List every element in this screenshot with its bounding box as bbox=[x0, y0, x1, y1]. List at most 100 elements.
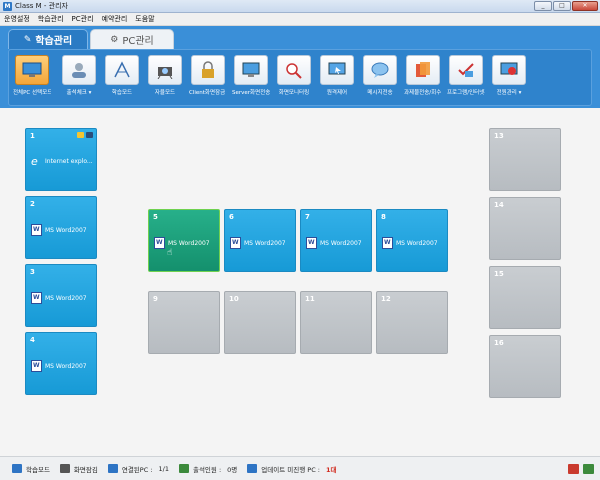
seat-number: 8 bbox=[381, 213, 386, 221]
menu-item-learning[interactable]: 학습관리 bbox=[38, 14, 64, 24]
tool-screen-monitoring[interactable]: 화면모니터링 bbox=[275, 55, 313, 103]
running-app: MS Word2007 bbox=[31, 224, 87, 236]
seat-tile-4[interactable]: 4 MS Word2007 bbox=[25, 332, 97, 395]
menu-item-reservation[interactable]: 예약관리 bbox=[102, 14, 128, 24]
status-connected-label: 연결된PC : bbox=[121, 465, 153, 474]
status-screen-lock: 화면잠김 bbox=[59, 464, 98, 474]
seat-tile-10[interactable]: 10 bbox=[224, 291, 296, 354]
status-mode: 학습모드 bbox=[12, 464, 50, 474]
seat-tile-11[interactable]: 11 bbox=[300, 291, 372, 354]
word-icon bbox=[306, 237, 317, 249]
seat-tile-12[interactable]: 12 bbox=[376, 291, 448, 354]
seat-tile-8[interactable]: 8 MS Word2007 bbox=[376, 209, 448, 272]
seat-tile-9[interactable]: 9 bbox=[148, 291, 220, 354]
seat-tile-16[interactable]: 16 bbox=[489, 335, 561, 398]
menu-item-settings[interactable]: 운영설정 bbox=[4, 14, 30, 24]
seat-tile-7[interactable]: 7 MS Word2007 bbox=[300, 209, 372, 272]
seat-number: 6 bbox=[229, 213, 234, 221]
status-update: 업데이트 미진행 PC : 1대 bbox=[247, 464, 337, 474]
seat-tile-13[interactable]: 13 bbox=[489, 128, 561, 191]
window-controls: _ □ ✕ bbox=[534, 1, 598, 11]
tool-label: 출석체크 ▾ bbox=[66, 90, 92, 96]
tool-power-management[interactable]: 전원관리 ▾ bbox=[490, 55, 528, 103]
running-app: MS Word2007 bbox=[31, 292, 87, 304]
running-app: MS Word2007 bbox=[230, 237, 286, 249]
tool-label: 학습모드 bbox=[111, 90, 133, 96]
seat-number: 15 bbox=[494, 270, 504, 278]
seat-number: 9 bbox=[153, 295, 158, 303]
seat-number: 16 bbox=[494, 339, 504, 347]
seat-tile-6[interactable]: 6 MS Word2007 bbox=[224, 209, 296, 272]
app-name: MS Word2007 bbox=[45, 362, 87, 370]
alert-icon[interactable] bbox=[568, 464, 579, 474]
seat-tile-5[interactable]: 5 MS Word2007 ☝ bbox=[148, 209, 220, 272]
status-attendance: 출석인원 : 0명 bbox=[178, 464, 237, 474]
tab-learning-label: 학습관리 bbox=[35, 36, 73, 47]
menu-item-pc[interactable]: PC관리 bbox=[72, 14, 94, 24]
tool-program-internet[interactable]: 프로그램/인터넷관리 bbox=[447, 55, 485, 103]
tool-attendance[interactable]: 출석체크 ▾ bbox=[60, 55, 98, 103]
tool-client-lock[interactable]: Client화면잠금 ▾ bbox=[189, 55, 227, 103]
magnifier-icon bbox=[277, 55, 311, 85]
tab-bar: ✎ 학습관리 ⚙ PC관리 bbox=[8, 29, 174, 49]
attendance-user-icon bbox=[178, 464, 189, 473]
maximize-button[interactable]: □ bbox=[553, 1, 571, 11]
tool-remote-control[interactable]: 원격제어 bbox=[318, 55, 356, 103]
tool-all-pc-select[interactable]: 전체PC 선택모드 bbox=[13, 55, 51, 103]
gear-icon: ⚙ bbox=[110, 34, 119, 45]
ribbon-header: ✎ 학습관리 ⚙ PC관리 전체PC 선택모드 출석체크 ▾ 학습모드 자율모드… bbox=[0, 26, 600, 108]
status-tray bbox=[568, 464, 594, 474]
window-titlebar: M Class M - 관리자 _ □ ✕ bbox=[0, 0, 600, 13]
tool-message-send[interactable]: 메시지전송 bbox=[361, 55, 399, 103]
program-control-icon bbox=[449, 55, 483, 85]
status-bar: 학습모드 화면잠김 연결된PC : 1/1 출석인원 : 0명 업데이트 미진행… bbox=[0, 456, 600, 480]
attendance-icon bbox=[62, 55, 96, 85]
seat-number: 12 bbox=[381, 295, 391, 303]
app-name: MS Word2007 bbox=[45, 226, 87, 234]
pencil-icon: ✎ bbox=[23, 34, 32, 45]
seat-tile-15[interactable]: 15 bbox=[489, 266, 561, 329]
seat-tile-14[interactable]: 14 bbox=[489, 197, 561, 260]
menu-item-help[interactable]: 도움말 bbox=[135, 14, 154, 24]
screen-send-icon bbox=[234, 55, 268, 85]
status-connected: 연결된PC : 1/1 bbox=[107, 464, 169, 474]
drawing-icon bbox=[105, 55, 139, 85]
tab-learning[interactable]: ✎ 학습관리 bbox=[8, 29, 88, 49]
seat-number: 5 bbox=[153, 213, 158, 221]
tool-free-mode[interactable]: 자율모드 bbox=[146, 55, 184, 103]
tool-assignment[interactable]: 과제물전송/회수 ▾ bbox=[404, 55, 442, 103]
running-app: MS Word2007 bbox=[31, 360, 87, 372]
status-attendance-label: 출석인원 : bbox=[192, 465, 222, 474]
mode-icon bbox=[12, 464, 22, 473]
tool-label: 프로그램/인터넷관리 bbox=[447, 90, 485, 96]
menu-bar: 운영설정 학습관리 PC관리 예약관리 도움말 bbox=[0, 13, 600, 26]
tab-pc[interactable]: ⚙ PC관리 bbox=[90, 29, 174, 49]
word-icon bbox=[382, 237, 393, 249]
minimize-button[interactable]: _ bbox=[534, 1, 552, 11]
tool-label: 화면모니터링 bbox=[278, 90, 310, 96]
tool-label: 과제물전송/회수 ▾ bbox=[404, 90, 442, 96]
seat-number: 13 bbox=[494, 132, 504, 140]
app-name: Internet explo... bbox=[45, 158, 93, 165]
status-mode-text: 학습모드 bbox=[26, 465, 50, 474]
seat-tile-2[interactable]: 2 MS Word2007 bbox=[25, 196, 97, 259]
screen-lock-icon bbox=[59, 464, 70, 473]
monitor-icon bbox=[15, 55, 49, 85]
network-icon[interactable] bbox=[583, 464, 594, 474]
assignment-icon bbox=[406, 55, 440, 85]
tool-label: 원격제어 bbox=[326, 90, 348, 96]
lock-icon bbox=[191, 55, 225, 85]
seat-number: 14 bbox=[494, 201, 504, 209]
status-update-label: 업데이트 미진행 PC : bbox=[261, 465, 320, 474]
tool-server-screen-send[interactable]: Server화면전송 bbox=[232, 55, 270, 103]
close-button[interactable]: ✕ bbox=[572, 1, 598, 11]
monitor-small-icon bbox=[86, 132, 93, 138]
tool-label: Client화면잠금 ▾ bbox=[189, 90, 227, 96]
tool-learning-mode[interactable]: 학습모드 bbox=[103, 55, 141, 103]
seat-number: 7 bbox=[305, 213, 310, 221]
seat-tile-1[interactable]: 1 e Internet explo... bbox=[25, 128, 97, 191]
app-name: MS Word2007 bbox=[320, 239, 362, 247]
seat-tile-3[interactable]: 3 MS Word2007 bbox=[25, 264, 97, 327]
toolbar: 전체PC 선택모드 출석체크 ▾ 학습모드 자율모드 Client화면잠금 ▾ bbox=[8, 49, 592, 106]
seat-number: 11 bbox=[305, 295, 315, 303]
